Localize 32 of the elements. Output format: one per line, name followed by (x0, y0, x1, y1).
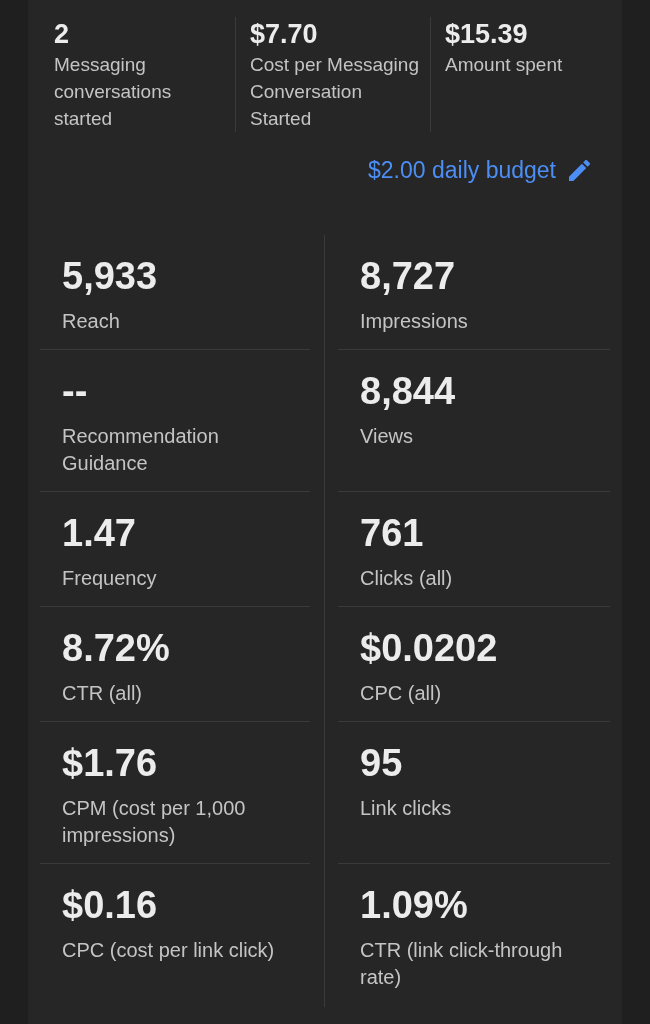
metric-value: 95 (360, 744, 404, 782)
metric-value: 761 (360, 514, 425, 552)
metric-value: 8.72% (62, 629, 171, 667)
summary-label: Amount spent (445, 53, 564, 77)
metric-label: Reach (62, 309, 121, 334)
metric-label: Impressions (360, 309, 469, 334)
metric-value: -- (62, 372, 89, 410)
metric-label: CPM (cost per 1,000 impressions) (62, 796, 247, 848)
metric-value: 8,844 (360, 372, 457, 410)
metric-label: Clicks (all) (360, 566, 454, 591)
metric-label: CPC (all) (360, 681, 443, 706)
metric-value: 1.47 (62, 514, 137, 552)
summary-value: 2 (54, 18, 71, 51)
metric-value: $1.76 (62, 744, 159, 782)
metric-value: 1.09% (360, 886, 469, 924)
metric-label: Link clicks (360, 796, 453, 821)
pencil-icon (569, 159, 590, 181)
metric-label: Views (360, 424, 414, 449)
summary-value: $15.39 (445, 18, 529, 51)
summary-label: Cost per Messaging Conversation Started (250, 53, 420, 131)
metric-label: CTR (all) (62, 681, 143, 706)
metric-label: CPC (cost per link click) (62, 938, 276, 963)
metric-value: 5,933 (62, 257, 159, 295)
metric-label: CTR (link click-through rate) (360, 938, 564, 990)
daily-budget-link[interactable]: $2.00 daily budget (368, 155, 590, 185)
metric-value: 8,727 (360, 257, 457, 295)
summary-label: Messaging conversations started (54, 53, 173, 131)
metric-value: $0.16 (62, 886, 159, 924)
summary-value: $7.70 (250, 18, 319, 51)
metric-label: Recommendation Guidance (62, 424, 220, 476)
metric-label: Frequency (62, 566, 158, 591)
metric-value: $0.0202 (360, 629, 499, 667)
